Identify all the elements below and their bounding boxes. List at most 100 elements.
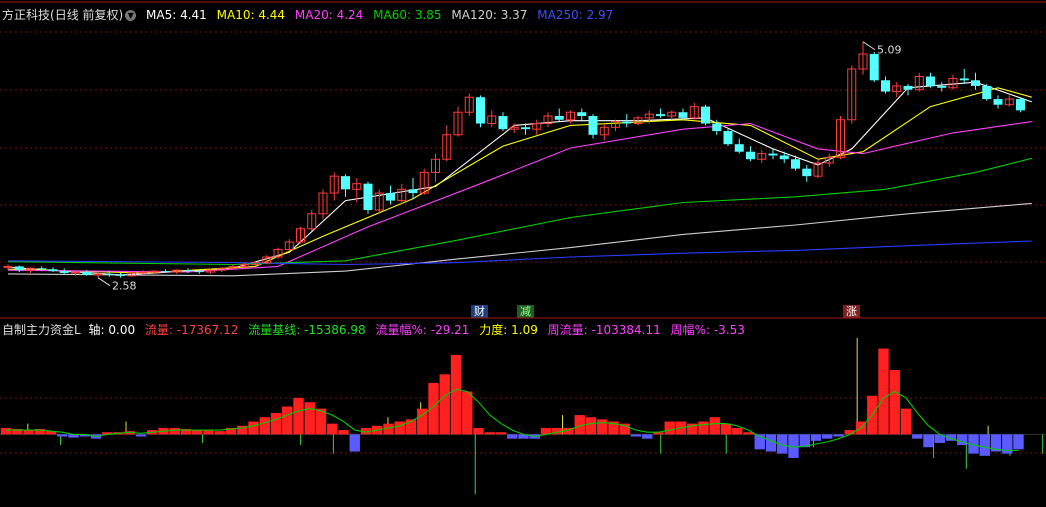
flow-bar [810, 434, 822, 441]
flow-bar [878, 348, 889, 435]
ma-line-ma5 [7, 81, 1032, 276]
candle-body [37, 268, 47, 270]
candle [971, 72, 980, 90]
candle [723, 129, 733, 147]
candle [206, 269, 215, 274]
flow-bar [473, 427, 484, 435]
high-label: 5.09 [877, 44, 902, 57]
flow-bar [664, 421, 675, 435]
candle [543, 112, 553, 128]
candle-body [903, 85, 913, 90]
flow-bar [270, 412, 282, 435]
flow-bar [698, 421, 709, 435]
candle-body [149, 270, 159, 273]
candle-body [622, 121, 632, 124]
candle [611, 119, 620, 132]
flow-bar [507, 434, 518, 439]
low-label: 2.58 [112, 280, 137, 293]
flow-bar [923, 434, 934, 448]
flow-bar [259, 417, 270, 435]
candle [757, 149, 767, 163]
candle [802, 164, 812, 182]
candle-body [656, 114, 665, 116]
candle [566, 110, 575, 124]
low-pointer [97, 277, 111, 287]
candle [588, 114, 598, 139]
candle-body [116, 274, 125, 276]
candle-body [779, 155, 789, 160]
flow-bar [889, 370, 900, 435]
flow-bar [709, 417, 720, 435]
candle [903, 84, 913, 96]
candle-body [386, 193, 395, 201]
flow-bar [169, 427, 180, 435]
candle-body [869, 53, 879, 81]
candle [48, 267, 58, 273]
flow-bar [192, 430, 203, 435]
candle-body [476, 97, 485, 124]
candle [937, 82, 947, 92]
candle [464, 93, 474, 116]
flow-bar [720, 423, 732, 435]
candle [667, 110, 677, 120]
flow-bar [327, 423, 338, 435]
candle [397, 183, 407, 205]
candle [217, 267, 227, 273]
candle-body [971, 80, 980, 86]
flow-bar [732, 427, 743, 435]
candlestick-series [3, 41, 1025, 278]
candle [678, 108, 688, 120]
candle [431, 153, 440, 182]
candle-body [881, 80, 890, 92]
high-pointer [862, 41, 876, 51]
flow-bar [642, 434, 653, 439]
ma-line-ma120 [7, 202, 1032, 277]
flow-bar [203, 430, 214, 435]
candle [914, 72, 924, 92]
flow-bar [495, 432, 507, 435]
candle [656, 108, 665, 118]
candle-body [194, 271, 204, 273]
candle-body [14, 266, 24, 271]
flow-bar [23, 430, 34, 435]
candle-body [802, 168, 812, 177]
flow-bar [394, 421, 405, 435]
ma-line-ma60 [7, 157, 1032, 266]
candle-body [734, 144, 744, 152]
candle [363, 181, 373, 214]
flow-bar [338, 430, 349, 435]
flow-bar [349, 434, 360, 452]
flow-bar [585, 417, 597, 435]
candle-body [982, 85, 992, 100]
candle-body [3, 265, 13, 268]
candle-body [746, 151, 755, 160]
candle [858, 41, 868, 75]
candle [779, 151, 789, 163]
candle [487, 110, 497, 128]
candle [701, 104, 710, 126]
candle [881, 76, 890, 94]
chart-canvas: 5.09 2.58 [0, 1, 1046, 495]
flow-bar [57, 434, 68, 437]
candle-body [723, 131, 733, 145]
flow-bar [1013, 434, 1024, 450]
flow-bar [304, 402, 315, 435]
candle [599, 123, 609, 141]
candle [734, 138, 744, 154]
candle [284, 239, 294, 252]
candle-body [59, 271, 69, 273]
candle-body [161, 271, 170, 273]
candle-body [521, 127, 530, 130]
candle [386, 185, 395, 205]
flow-bar [135, 434, 147, 437]
candle-body [408, 189, 418, 194]
flow-bar [484, 432, 495, 435]
flow-bar [822, 434, 833, 439]
moving-average-lines [7, 81, 1032, 277]
stock-chart-window: 方正科技(日线 前复权) ▼ MA5: 4.41 MA10: 4.44 MA20:… [0, 0, 1046, 507]
flow-bar [450, 355, 462, 435]
candle [824, 153, 834, 167]
candle [577, 108, 587, 122]
candle [273, 247, 283, 259]
candle [993, 95, 1003, 109]
